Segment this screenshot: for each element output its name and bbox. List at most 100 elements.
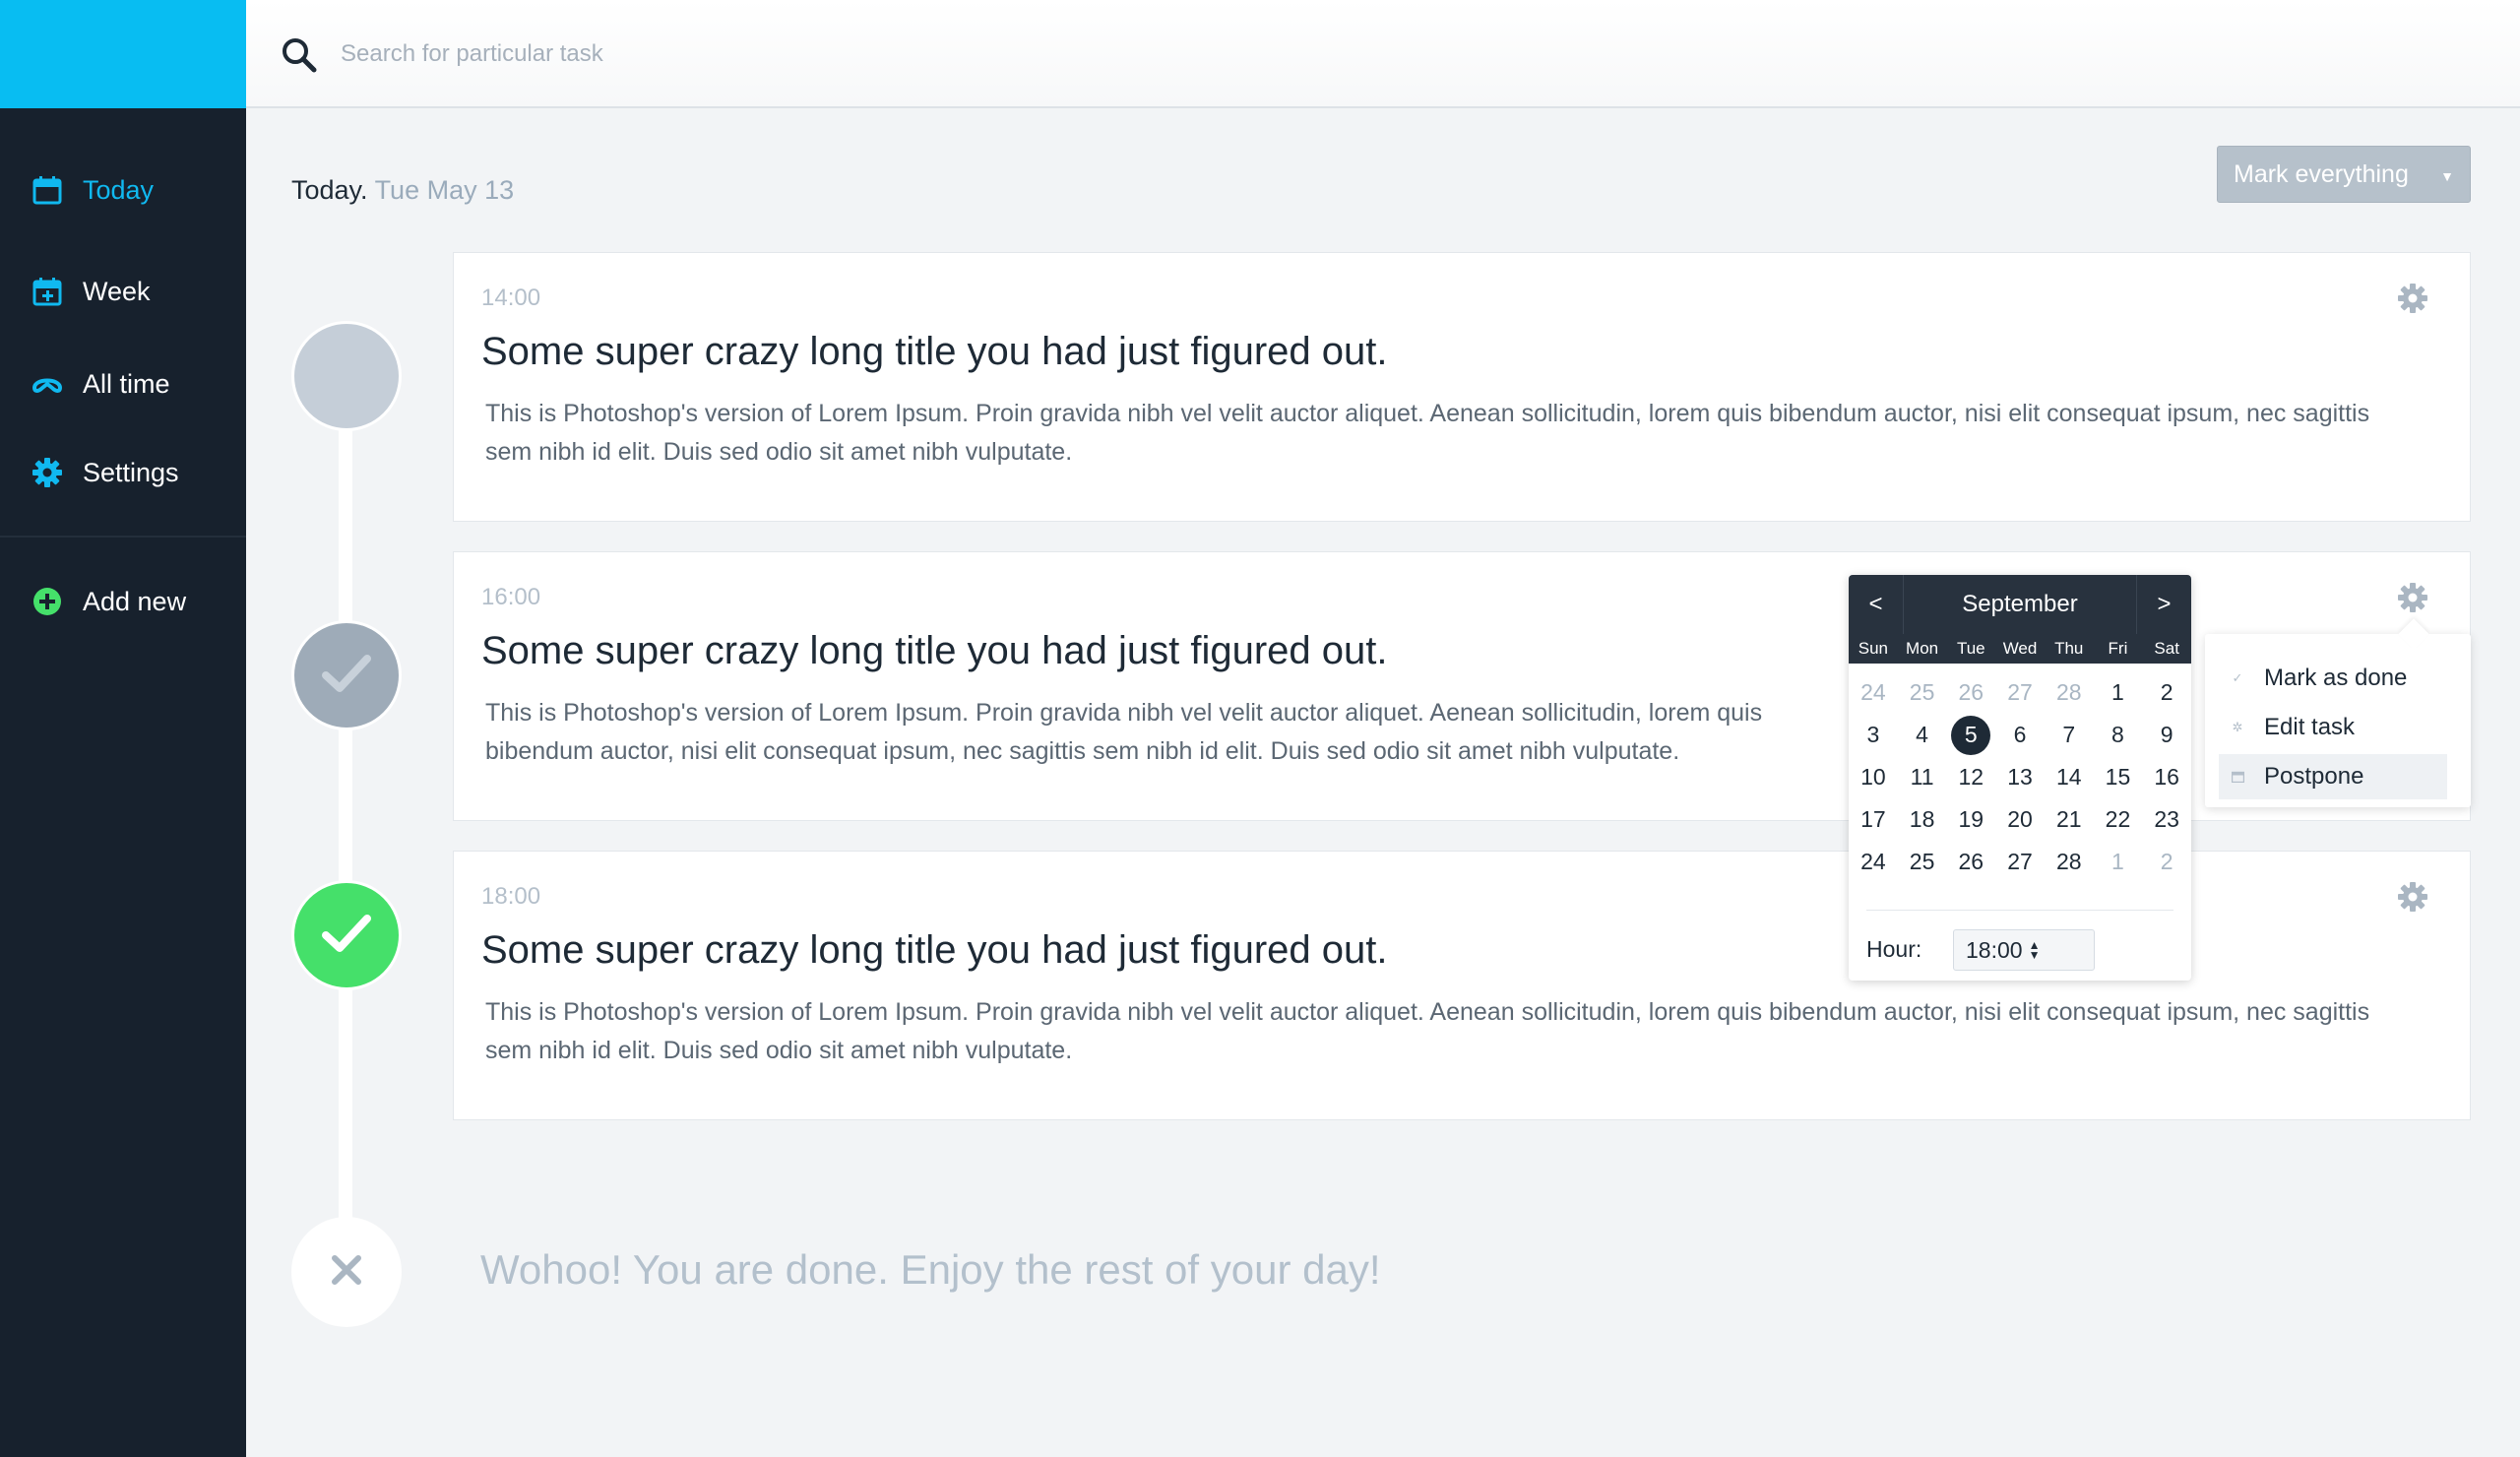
task-title: Some super crazy long title you had just… — [481, 330, 1388, 373]
search-input[interactable] — [341, 30, 1227, 79]
calendar-day[interactable]: 24 — [1849, 841, 1898, 883]
calendar-day[interactable]: 14 — [2045, 756, 2094, 798]
task-gear-icon[interactable] — [2397, 881, 2432, 917]
sidebar-item-label: Settings — [83, 457, 179, 487]
calendar-day[interactable]: 20 — [1995, 798, 2045, 841]
calendar-day-number: 23 — [2154, 806, 2179, 832]
calendar-day[interactable]: 10 — [1849, 756, 1898, 798]
task-card[interactable]: 14:00 Some super crazy long title you ha… — [453, 252, 2471, 522]
calendar-next-button[interactable]: > — [2136, 575, 2191, 634]
calendar-day-number: 27 — [2007, 679, 2033, 705]
caret-down-icon: ▼ — [2440, 168, 2454, 184]
calendar-day[interactable]: 11 — [1898, 756, 1947, 798]
calendar-day[interactable]: 8 — [2094, 714, 2143, 756]
calendar-day[interactable]: 6 — [1995, 714, 2045, 756]
calendar-day[interactable]: 25 — [1898, 671, 1947, 714]
calendar-prev-button[interactable]: < — [1849, 575, 1904, 634]
calendar-day[interactable]: 23 — [2142, 798, 2191, 841]
calendar-day[interactable]: 17 — [1849, 798, 1898, 841]
calendar-day[interactable]: 28 — [2045, 671, 2094, 714]
small-calendar-icon — [2231, 770, 2244, 784]
timeline-line — [339, 376, 352, 1242]
task-time: 18:00 — [481, 883, 541, 910]
sidebar-item-settings[interactable]: Settings — [0, 443, 246, 502]
weekday: Mon — [1906, 639, 1939, 658]
calendar-day-number: 1 — [2111, 849, 2124, 874]
menu-item-edit-task[interactable]: ✲ Edit task — [2219, 705, 2447, 750]
weekday: Sat — [2154, 639, 2179, 658]
calendar-day[interactable]: 3 — [1849, 714, 1898, 756]
sidebar-item-label: Week — [83, 276, 151, 306]
page-title-prefix: Today. — [291, 175, 368, 205]
calendar-day-number: 20 — [2007, 806, 2033, 832]
calendar-day[interactable]: 7 — [2045, 714, 2094, 756]
mark-everything-label: Mark everything — [2234, 159, 2409, 188]
calendar-day[interactable]: 16 — [2142, 756, 2191, 798]
logo-area[interactable] — [0, 0, 246, 108]
task-description: This is Photoshop's version of Lorem Ips… — [485, 400, 2370, 466]
calendar-day[interactable]: 15 — [2094, 756, 2143, 798]
check-icon — [320, 652, 373, 700]
calendar-day[interactable]: 25 — [1898, 841, 1947, 883]
calendar-day-number: 28 — [2055, 849, 2082, 874]
hour-label: Hour: — [1866, 936, 1922, 962]
calendar-plus-icon — [30, 274, 65, 309]
calendar-day-number: 9 — [2160, 722, 2174, 747]
calendar-day[interactable]: 19 — [1946, 798, 1995, 841]
calendar-day-number: 28 — [2055, 679, 2082, 705]
gear-icon — [30, 455, 65, 490]
task-context-menu: ✓ Mark as done ✲ Edit task Postpone — [2205, 618, 2471, 807]
calendar-day[interactable]: 1 — [2094, 671, 2143, 714]
mark-everything-button[interactable]: Mark everything ▼ — [2217, 146, 2471, 203]
menu-item-mark-as-done[interactable]: ✓ Mark as done — [2219, 656, 2447, 701]
weekday: Sun — [1858, 639, 1888, 658]
calendar-day-number: 25 — [1909, 679, 1935, 705]
calendar-header: < September > — [1849, 575, 2191, 634]
calendar-day[interactable]: 27 — [1995, 671, 2045, 714]
task-time: 16:00 — [481, 584, 541, 610]
calendar-grid: 24 25 26 27 28 1 2 3 4 5 6 7 8 9 10 11 12 13 14 15 16 17 18 19 2… — [1849, 671, 2191, 883]
calendar-day[interactable]: 22 — [2094, 798, 2143, 841]
task-title: Some super crazy long title you had just… — [481, 629, 1388, 672]
calendar-day[interactable]: 2 — [2142, 841, 2191, 883]
calendar-day[interactable]: 12 — [1946, 756, 1995, 798]
sidebar-item-today[interactable]: Today — [0, 160, 246, 220]
calendar-day-number: 26 — [1958, 849, 1984, 874]
calendar-day[interactable]: 24 — [1849, 671, 1898, 714]
task-status-done[interactable] — [291, 880, 402, 990]
menu-item-label: Mark as done — [2264, 665, 2408, 691]
calendar-day[interactable]: 21 — [2045, 798, 2094, 841]
task-gear-icon[interactable] — [2397, 283, 2432, 318]
calendar-day-number: 14 — [2055, 764, 2082, 790]
sidebar-item-week[interactable]: Week — [0, 262, 246, 321]
calendar-day[interactable]: 4 — [1898, 714, 1947, 756]
calendar-day[interactable]: 13 — [1995, 756, 2045, 798]
calendar-week-row: 24 25 26 27 28 1 2 — [1849, 671, 2191, 714]
calendar-day[interactable]: 26 — [1946, 841, 1995, 883]
hour-value: 18:00 — [1966, 936, 2023, 963]
task-status-pending[interactable] — [291, 321, 402, 431]
calendar-day[interactable]: 2 — [2142, 671, 2191, 714]
task-gear-icon[interactable] — [2397, 582, 2432, 617]
sidebar-divider — [0, 536, 246, 538]
add-new-button[interactable]: Add new — [0, 572, 246, 631]
calendar-day[interactable]: 27 — [1995, 841, 2045, 883]
menu-item-postpone[interactable]: Postpone — [2219, 754, 2447, 799]
small-gear-icon: ✲ — [2232, 720, 2243, 734]
sidebar-item-label: Today — [83, 174, 155, 205]
search-icon[interactable] — [280, 35, 319, 75]
task-title: Some super crazy long title you had just… — [481, 928, 1388, 972]
calendar-day-number: 11 — [1910, 764, 1934, 790]
sidebar-item-all-time[interactable]: All time — [0, 354, 246, 413]
calendar-day[interactable]: 1 — [2094, 841, 2143, 883]
task-status-checked[interactable] — [291, 620, 402, 730]
calendar-day[interactable]: 26 — [1946, 671, 1995, 714]
calendar-day[interactable]: 28 — [2045, 841, 2094, 883]
calendar-day[interactable]: 18 — [1898, 798, 1947, 841]
calendar-day-selected[interactable]: 5 — [1946, 714, 1995, 756]
calendar-day-number: 12 — [1958, 764, 1984, 790]
hour-select[interactable]: 18:00 ▲ ▼ — [1953, 929, 2095, 971]
calendar-day[interactable]: 9 — [2142, 714, 2191, 756]
weekday: Wed — [2002, 639, 2038, 658]
calendar-day-number: 22 — [2105, 806, 2131, 832]
